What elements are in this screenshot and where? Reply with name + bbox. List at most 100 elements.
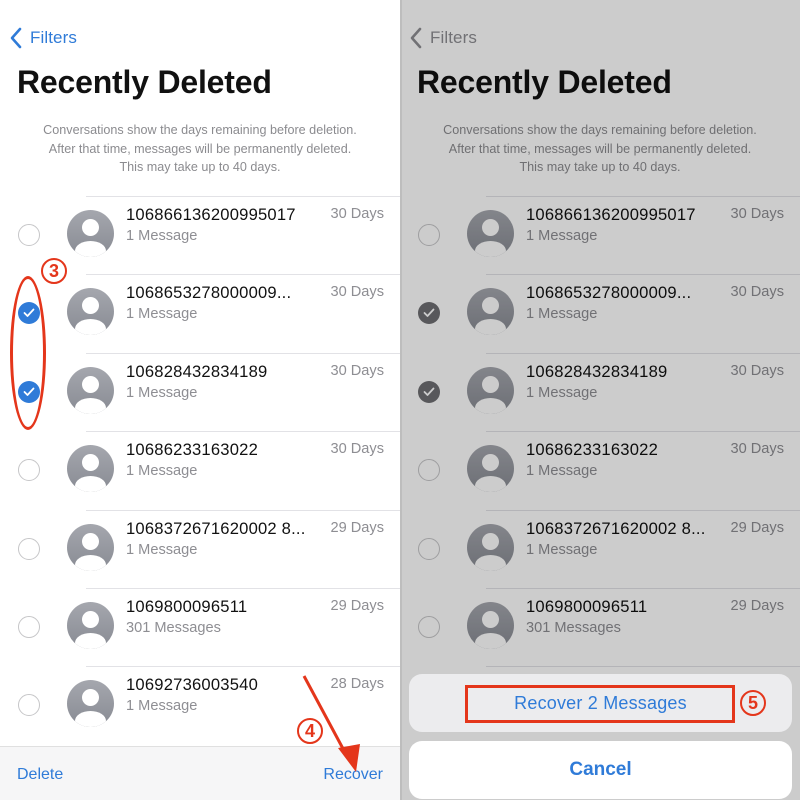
message-count: 1 Message [126, 384, 198, 401]
message-count: 1 Message [526, 384, 598, 401]
bottom-toolbar: Delete Recover [0, 746, 400, 800]
conversation-row[interactable]: 106828432834189 1 Message 30 Days [0, 352, 400, 431]
select-checkbox[interactable] [18, 302, 40, 325]
message-count: 1 Message [526, 228, 598, 244]
avatar-icon [467, 445, 514, 493]
back-label: Filters [430, 28, 477, 47]
conversation-row[interactable]: 106828432834189 1 Message 30 Days [400, 352, 800, 431]
days-remaining: 30 Days [330, 362, 384, 379]
delete-button[interactable]: Delete [17, 766, 63, 784]
conversation-name: 106828432834189 [526, 361, 668, 381]
cancel-label: Cancel [569, 759, 632, 780]
message-count: 1 Message [126, 541, 198, 558]
annotation-step-3: 3 [41, 258, 67, 284]
info-line: After that time, messages will be perman… [448, 141, 752, 156]
checkmark-icon [423, 387, 435, 396]
conversation-name: 1068372671620002 8... [126, 518, 306, 538]
page-title: Recently Deleted [17, 64, 272, 100]
conversation-name: 1068653278000009... [126, 283, 292, 303]
checkmark-icon [23, 387, 35, 396]
row-separator [86, 509, 400, 511]
recover-messages-label: Recover 2 Messages [514, 692, 687, 713]
days-remaining: 28 Days [330, 676, 384, 693]
message-count: 301 Messages [526, 619, 621, 636]
row-separator [86, 666, 400, 668]
page-title: Recently Deleted [417, 64, 672, 100]
back-button[interactable]: Filters [8, 24, 77, 52]
annotation-step-5: 5 [740, 690, 766, 716]
conversation-row[interactable]: 10692736003540 1 Message 28 Days [0, 666, 400, 744]
conversation-row[interactable]: 1068653278000009... 1 Message 30 Days [400, 274, 800, 352]
row-separator [486, 196, 800, 197]
conversation-row[interactable]: 1068372671620002 8... 1 Message 29 Days [0, 509, 400, 588]
avatar-icon [67, 680, 114, 728]
select-checkbox[interactable] [18, 694, 40, 717]
chevron-left-icon [10, 27, 22, 49]
row-separator [486, 431, 800, 433]
message-count: 1 Message [126, 463, 198, 480]
conversation-row[interactable]: 106866136200995017 1 Message 30 Days [400, 196, 800, 274]
conversation-row[interactable]: 10686233163022 1 Message 30 Days [400, 431, 800, 509]
row-separator [486, 587, 800, 589]
row-separator [486, 352, 800, 354]
avatar-icon [67, 210, 114, 257]
chevron-left-icon [410, 27, 422, 49]
days-remaining: 29 Days [730, 519, 784, 536]
select-checkbox[interactable] [418, 459, 440, 482]
conversation-name: 1068372671620002 8... [526, 518, 706, 538]
select-checkbox[interactable] [18, 224, 40, 246]
select-checkbox[interactable] [18, 380, 40, 403]
days-remaining: 30 Days [730, 284, 784, 301]
select-checkbox[interactable] [18, 459, 40, 482]
avatar-icon [67, 366, 114, 414]
select-checkbox[interactable] [18, 615, 40, 638]
conversation-list: 106866136200995017 1 Message 30 Days 106865… [400, 196, 800, 745]
annotation-step-4: 4 [297, 718, 323, 744]
conversation-row[interactable]: 1069800096511 301 Messages 29 Days [0, 587, 400, 666]
row-separator [86, 274, 400, 276]
avatar-icon [67, 445, 114, 493]
days-remaining: 29 Days [330, 519, 384, 536]
days-remaining: 30 Days [330, 441, 384, 458]
days-remaining: 30 Days [730, 206, 784, 222]
message-count: 1 Message [526, 306, 598, 323]
cancel-button[interactable]: Cancel [409, 741, 792, 799]
avatar-icon [467, 601, 514, 649]
select-checkbox[interactable] [418, 537, 440, 560]
info-text: Conversations show the days remaining be… [0, 121, 400, 177]
days-remaining: 30 Days [330, 206, 384, 222]
conversation-name: 1069800096511 [526, 596, 648, 616]
info-line: Conversations show the days remaining be… [43, 123, 357, 137]
recover-messages-button[interactable]: Recover 2 Messages [409, 674, 792, 732]
conversation-name: 106828432834189 [126, 361, 268, 381]
conversation-name: 1069800096511 [126, 596, 248, 616]
conversation-row[interactable]: 10686233163022 1 Message 30 Days [0, 431, 400, 509]
row-separator [486, 509, 800, 511]
message-count: 301 Messages [126, 619, 221, 636]
conversation-row[interactable]: 1068653278000009... 1 Message 30 Days [0, 274, 400, 352]
message-count: 1 Message [526, 463, 598, 480]
checkmark-icon [423, 308, 435, 318]
conversation-row[interactable]: 1069800096511 301 Messages 29 Days [400, 587, 800, 666]
info-line: After that time, messages will be perman… [48, 141, 352, 156]
days-remaining: 30 Days [730, 362, 784, 379]
select-checkbox[interactable] [18, 537, 40, 560]
message-count: 1 Message [126, 306, 198, 323]
select-checkbox[interactable] [418, 224, 440, 246]
select-checkbox[interactable] [418, 302, 440, 325]
left-screen: Filters Recently Deleted Conversations s… [0, 0, 400, 800]
message-count: 1 Message [126, 228, 198, 244]
avatar-icon [67, 601, 114, 649]
conversation-name: 10686233163022 [526, 440, 659, 460]
avatar-icon [467, 366, 514, 414]
back-button[interactable]: Filters [408, 24, 477, 52]
conversation-row[interactable]: 1068372671620002 8... 1 Message 29 Days [400, 509, 800, 588]
row-separator [86, 196, 400, 197]
days-remaining: 29 Days [730, 597, 784, 614]
info-text: Conversations show the days remaining be… [400, 121, 800, 177]
recover-button[interactable]: Recover [323, 766, 383, 784]
select-checkbox[interactable] [418, 380, 440, 403]
select-checkbox[interactable] [418, 615, 440, 638]
conversation-name: 10692736003540 [126, 675, 259, 695]
avatar-icon [467, 210, 514, 257]
